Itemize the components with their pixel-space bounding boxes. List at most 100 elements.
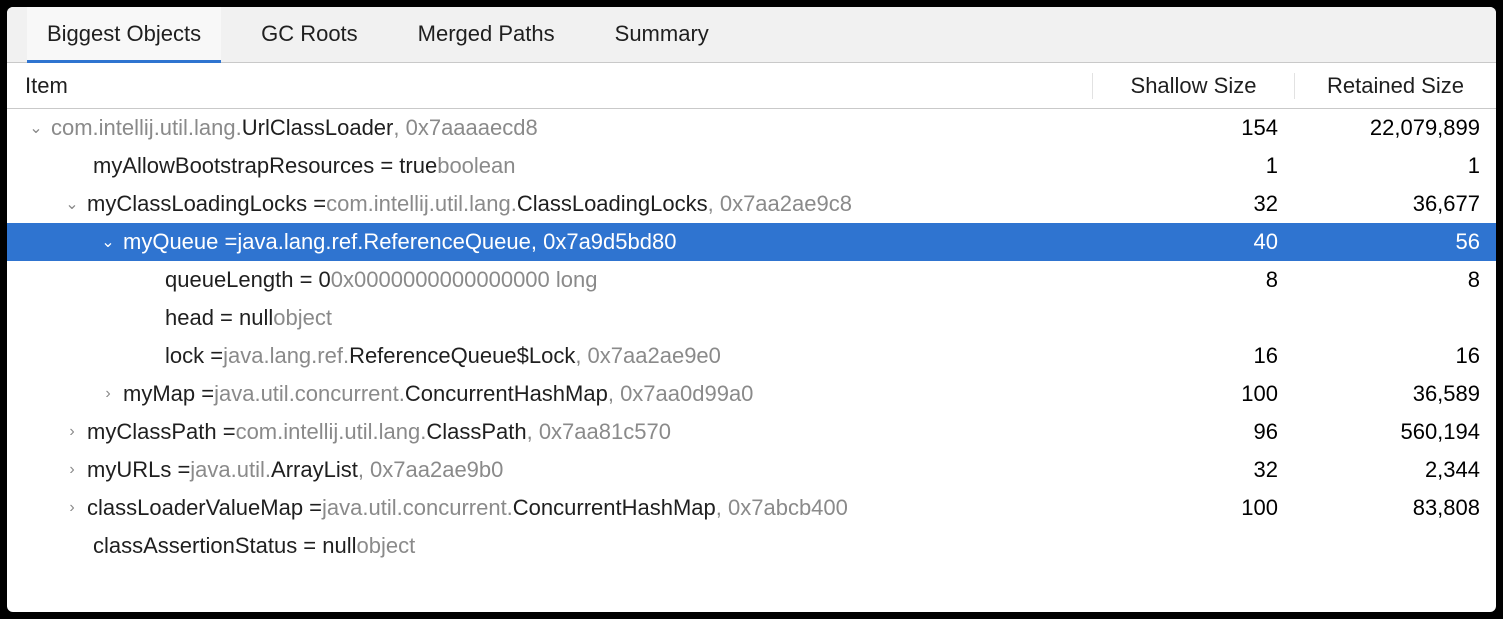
- tab-merged-paths[interactable]: Merged Paths: [398, 7, 575, 63]
- shallow-size-cell: 1: [1092, 153, 1294, 179]
- retained-size-cell: 1: [1294, 153, 1496, 179]
- shallow-size-cell: 8: [1092, 267, 1294, 293]
- chevron-down-icon[interactable]: ⌄: [27, 118, 45, 138]
- segment-field: classAssertionStatus = null: [93, 533, 357, 559]
- retained-size-cell: 56: [1294, 229, 1496, 255]
- segment-pkg: java.util.concurrent.: [322, 495, 513, 521]
- segment-cls: ArrayList: [271, 457, 358, 483]
- segment-addr: , 0x7abcb400: [716, 495, 848, 521]
- segment-cls: ConcurrentHashMap: [513, 495, 716, 521]
- shallow-size-cell: 40: [1092, 229, 1294, 255]
- tree-row[interactable]: ⌄ com.intellij.util.lang.UrlClassLoader, …: [7, 109, 1496, 147]
- segment-cls: ClassPath: [426, 419, 526, 445]
- tree-row[interactable]: ⌄ myClassLoadingLocks = com.intellij.util…: [7, 185, 1496, 223]
- segment-field: myURLs =: [87, 457, 190, 483]
- tree-row[interactable]: › myClassPath = com.intellij.util.lang.Cl…: [7, 413, 1496, 451]
- profiler-panel: Biggest Objects GC Roots Merged Paths Summa…: [7, 7, 1496, 612]
- tree-row[interactable]: lock = java.lang.ref.ReferenceQueue$Lock…: [7, 337, 1496, 375]
- tree-item-cell: › myURLs = java.util.ArrayList, 0x7aa2ae9…: [7, 457, 1092, 483]
- segment-field: head = null: [165, 305, 273, 331]
- chevron-right-icon[interactable]: ›: [99, 385, 117, 403]
- segment-pkg: com.intellij.util.lang.: [236, 419, 427, 445]
- chevron-down-icon[interactable]: ⌄: [99, 232, 117, 252]
- segment-field: queueLength = 0: [165, 267, 331, 293]
- retained-size-cell: 8: [1294, 267, 1496, 293]
- segment-addr: , 0x7aa81c570: [527, 419, 671, 445]
- segment-addr: , 0x7aaaaecd8: [393, 115, 537, 141]
- segment-pkg: java.lang.ref.: [223, 343, 349, 369]
- tree-row[interactable]: ⌄myQueue = java.lang.ref.ReferenceQueue,…: [7, 223, 1496, 261]
- retained-size-cell: 560,194: [1294, 419, 1496, 445]
- segment-typ: object: [273, 305, 332, 331]
- segment-field: myQueue =: [123, 229, 237, 255]
- window-frame: Biggest Objects GC Roots Merged Paths Summa…: [0, 0, 1503, 619]
- segment-cls: ReferenceQueue$Lock: [349, 343, 575, 369]
- tab-gc-roots[interactable]: GC Roots: [241, 7, 378, 63]
- tree-row[interactable]: head = null object: [7, 299, 1496, 337]
- chevron-right-icon[interactable]: ›: [63, 423, 81, 441]
- tab-biggest-objects[interactable]: Biggest Objects: [27, 7, 221, 63]
- column-header-item[interactable]: Item: [7, 73, 1092, 99]
- segment-cls: ReferenceQueue: [363, 229, 531, 255]
- shallow-size-cell: 100: [1092, 495, 1294, 521]
- segment-pkg: java.util.concurrent.: [214, 381, 405, 407]
- segment-pkg: java.util.: [190, 457, 271, 483]
- chevron-down-icon[interactable]: ⌄: [63, 194, 81, 214]
- retained-size-cell: 2,344: [1294, 457, 1496, 483]
- tree-item-cell: ⌄ com.intellij.util.lang.UrlClassLoader, …: [7, 115, 1092, 141]
- retained-size-cell: 22,079,899: [1294, 115, 1496, 141]
- retained-size-cell: 36,589: [1294, 381, 1496, 407]
- segment-cls: ClassLoadingLocks: [517, 191, 708, 217]
- tree-item-cell: queueLength = 0 0x0000000000000000 long: [7, 267, 1092, 293]
- tree-item-cell: lock = java.lang.ref.ReferenceQueue$Lock…: [7, 343, 1092, 369]
- tree-item-cell: › myMap = java.util.concurrent.Concurrent…: [7, 381, 1092, 407]
- tree-body: ⌄com.intellij.util.lang.UrlClassLoader, …: [7, 109, 1496, 612]
- tree-item-cell: › myClassPath = com.intellij.util.lang.Cl…: [7, 419, 1092, 445]
- tree-row[interactable]: › myURLs = java.util.ArrayList, 0x7aa2ae9…: [7, 451, 1496, 489]
- segment-typ: boolean: [437, 153, 515, 179]
- tree-item-cell: › classLoaderValueMap = java.util.concurr…: [7, 495, 1092, 521]
- tab-bar: Biggest Objects GC Roots Merged Paths Summa…: [7, 7, 1496, 63]
- segment-field: myAllowBootstrapResources = true: [93, 153, 437, 179]
- column-header-shallow[interactable]: Shallow Size: [1092, 73, 1294, 99]
- segment-addr: , 0x7aa2ae9e0: [575, 343, 721, 369]
- tree-item-cell: myAllowBootstrapResources = true boolean: [7, 153, 1092, 179]
- tree-item-cell: ⌄myQueue = java.lang.ref.ReferenceQueue,…: [7, 229, 1092, 255]
- segment-typ: object: [357, 533, 416, 559]
- segment-field: myClassLoadingLocks =: [87, 191, 326, 217]
- tree-row[interactable]: › classLoaderValueMap = java.util.concurr…: [7, 489, 1496, 527]
- retained-size-cell: 16: [1294, 343, 1496, 369]
- retained-size-cell: 36,677: [1294, 191, 1496, 217]
- segment-field: myClassPath =: [87, 419, 236, 445]
- shallow-size-cell: 154: [1092, 115, 1294, 141]
- tab-summary[interactable]: Summary: [595, 7, 729, 63]
- segment-addr: , 0x7aa2ae9c8: [708, 191, 852, 217]
- retained-size-cell: 83,808: [1294, 495, 1496, 521]
- shallow-size-cell: 32: [1092, 191, 1294, 217]
- segment-addr: , 0x7aa2ae9b0: [358, 457, 504, 483]
- shallow-size-cell: 32: [1092, 457, 1294, 483]
- tree-item-cell: classAssertionStatus = null object: [7, 533, 1092, 559]
- segment-cls: UrlClassLoader: [242, 115, 394, 141]
- tree-row[interactable]: classAssertionStatus = null object: [7, 527, 1496, 565]
- segment-addr: , 0x7aa0d99a0: [608, 381, 754, 407]
- chevron-right-icon[interactable]: ›: [63, 499, 81, 517]
- segment-field: classLoaderValueMap =: [87, 495, 322, 521]
- segment-cls: ConcurrentHashMap: [405, 381, 608, 407]
- tree-item-cell: head = null object: [7, 305, 1092, 331]
- segment-field: myMap =: [123, 381, 214, 407]
- tree-item-cell: ⌄ myClassLoadingLocks = com.intellij.util…: [7, 191, 1092, 217]
- segment-addr: , 0x7a9d5bd80: [531, 229, 677, 255]
- segment-pkg: com.intellij.util.lang.: [51, 115, 242, 141]
- shallow-size-cell: 100: [1092, 381, 1294, 407]
- table-header: Item Shallow Size Retained Size: [7, 63, 1496, 109]
- tree-row[interactable]: myAllowBootstrapResources = true boolean…: [7, 147, 1496, 185]
- segment-pkg: com.intellij.util.lang.: [326, 191, 517, 217]
- tree-row[interactable]: queueLength = 0 0x0000000000000000 long8…: [7, 261, 1496, 299]
- chevron-right-icon[interactable]: ›: [63, 461, 81, 479]
- column-header-retained[interactable]: Retained Size: [1294, 73, 1496, 99]
- tree-row[interactable]: › myMap = java.util.concurrent.Concurrent…: [7, 375, 1496, 413]
- shallow-size-cell: 16: [1092, 343, 1294, 369]
- segment-addr: 0x0000000000000000 long: [331, 267, 598, 293]
- shallow-size-cell: 96: [1092, 419, 1294, 445]
